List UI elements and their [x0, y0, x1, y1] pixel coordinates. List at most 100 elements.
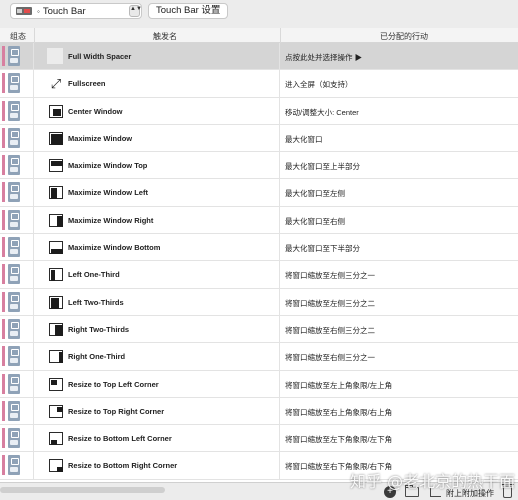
trigger-cell[interactable]: Maximize Window Left — [34, 179, 280, 206]
trigger-cell[interactable]: Resize to Bottom Left Corner — [34, 425, 280, 452]
group-color-bar — [2, 155, 5, 176]
group-cell[interactable] — [0, 43, 34, 70]
touchbar-settings-button[interactable]: Touch Bar 设置 — [148, 3, 229, 19]
assigned-action[interactable]: 将窗口缩放至左侧三分之二 — [285, 298, 375, 309]
table-row[interactable]: Resize to Top Left Corner 将窗口缩放至左上角象限/左上角 — [0, 370, 518, 398]
table-header: 组态 触发名 已分配的行动 — [0, 28, 518, 43]
assigned-action[interactable]: 将窗口缩放至右侧三分之一 — [285, 352, 375, 363]
group-cell[interactable] — [0, 397, 34, 425]
trigger-cell[interactable]: Left Two-Thirds — [34, 288, 280, 315]
assigned-action[interactable]: 最大化窗口至左侧 — [285, 188, 345, 199]
table-row[interactable]: Left Two-Thirds 将窗口缩放至左侧三分之二 — [0, 288, 518, 316]
table-row[interactable]: Left One-Third 将窗口缩放至左侧三分之一 — [0, 261, 518, 289]
trigger-cell[interactable]: Maximize Window Right — [34, 206, 280, 234]
group-cell[interactable] — [0, 234, 34, 261]
group-cell[interactable] — [0, 288, 34, 315]
table-row[interactable]: Right One-Third 将窗口缩放至右侧三分之一 — [0, 343, 518, 371]
group-cell[interactable] — [0, 425, 34, 452]
table-row[interactable]: Full Width Spacer 点按此处并选择操作 ▶ — [0, 43, 518, 71]
touchbar-group-icon — [8, 264, 20, 285]
assigned-action[interactable]: 将窗口缩放至右侧三分之二 — [285, 325, 375, 336]
window-region-fill — [51, 133, 63, 145]
window-left-two-thirds-icon — [49, 295, 63, 309]
trigger-name: Resize to Bottom Right Corner — [68, 461, 178, 471]
trigger-name: Right One-Third — [68, 352, 126, 362]
header-action[interactable]: 已分配的行动 — [380, 31, 428, 42]
trigger-cell[interactable]: Center Window — [34, 97, 280, 124]
window-region-fill — [51, 270, 55, 282]
expand-arrows-icon: ⤢ — [50, 76, 62, 92]
group-cell[interactable] — [0, 70, 34, 97]
trigger-cell[interactable]: Left One-Third — [34, 261, 280, 288]
touchbar-icon — [16, 7, 32, 15]
table-row[interactable]: Resize to Top Right Corner 将窗口缩放至右上角象限/右上… — [0, 397, 518, 426]
assigned-action[interactable]: 将窗口缩放至左上角象限/左上角 — [285, 380, 392, 391]
header-group[interactable]: 组态 — [10, 31, 26, 42]
trigger-cell[interactable]: Resize to Top Right Corner — [34, 397, 280, 425]
trigger-cell[interactable]: Resize to Top Left Corner — [34, 370, 280, 397]
assigned-action[interactable]: 进入全屏（如支持） — [285, 79, 353, 90]
window-bottom-right-corner-icon — [49, 459, 63, 473]
group-color-bar — [2, 46, 5, 66]
window-region-fill — [51, 440, 57, 446]
group-cell[interactable] — [0, 206, 34, 234]
table-row[interactable]: ⤢ Fullscreen 进入全屏（如支持） — [0, 70, 518, 98]
window-top-half-icon — [49, 159, 63, 173]
table-row[interactable]: Maximize Window Left 最大化窗口至左侧 — [0, 179, 518, 207]
selector-label: Touch Bar — [42, 5, 86, 17]
table-row[interactable]: Center Window 移动/调整大小: Center — [0, 97, 518, 125]
assigned-action[interactable]: 最大化窗口 — [285, 134, 323, 145]
group-color-bar — [2, 373, 5, 394]
trigger-name: Fullscreen — [68, 79, 106, 89]
window-left-third-icon — [49, 268, 63, 282]
assigned-action[interactable]: 将窗口缩放至右上角象限/右上角 — [285, 407, 392, 418]
assigned-action[interactable]: 移动/调整大小: Center — [285, 107, 359, 118]
group-cell[interactable] — [0, 152, 34, 179]
group-cell[interactable] — [0, 343, 34, 370]
trigger-cell[interactable]: Right One-Third — [34, 343, 280, 370]
column-divider[interactable] — [34, 28, 35, 43]
touchbar-group-icon — [8, 73, 20, 94]
column-divider[interactable] — [280, 28, 281, 43]
window-region-fill — [51, 161, 63, 167]
touchbar-group-icon — [8, 46, 20, 66]
horizontal-scrollbar[interactable] — [0, 487, 165, 493]
group-cell[interactable] — [0, 261, 34, 288]
table-row[interactable]: Maximize Window Top 最大化窗口至上半部分 — [0, 152, 518, 180]
trigger-cell[interactable]: Right Two-Thirds — [34, 315, 280, 343]
trigger-cell[interactable]: Resize to Bottom Right Corner — [34, 452, 280, 479]
window-right-third-icon — [49, 350, 63, 364]
touchbar-selector[interactable]: ◦ Touch Bar ▲▼ — [10, 3, 142, 19]
assigned-action[interactable]: 最大化窗口至右侧 — [285, 216, 345, 227]
assigned-action[interactable]: 将窗口缩放至左下角象限/左下角 — [285, 434, 392, 445]
assigned-action[interactable]: 最大化窗口至下半部分 — [285, 243, 360, 254]
touchbar-group-icon — [8, 373, 20, 394]
window-right-two-thirds-icon — [49, 322, 63, 336]
group-color-bar — [2, 100, 5, 121]
assigned-action[interactable]: 最大化窗口至上半部分 — [285, 161, 360, 172]
group-cell[interactable] — [0, 452, 34, 479]
trigger-cell[interactable]: Maximize Window — [34, 124, 280, 152]
group-color-bar — [2, 264, 5, 285]
group-cell[interactable] — [0, 315, 34, 343]
header-trigger[interactable]: 触发名 — [153, 31, 177, 42]
group-cell[interactable] — [0, 124, 34, 152]
toolbar: ◦ Touch Bar ▲▼ Touch Bar 设置 — [0, 0, 518, 22]
group-cell[interactable] — [0, 179, 34, 206]
group-color-bar — [2, 455, 5, 476]
table-row[interactable]: Maximize Window 最大化窗口 — [0, 124, 518, 153]
trigger-cell[interactable]: ⤢ Fullscreen — [34, 70, 280, 97]
table-row[interactable]: Right Two-Thirds 将窗口缩放至右侧三分之二 — [0, 315, 518, 344]
assigned-action[interactable]: 点按此处并选择操作 ▶ — [285, 52, 362, 63]
table-row[interactable]: Maximize Window Right 最大化窗口至右侧 — [0, 206, 518, 235]
trigger-cell[interactable]: Maximize Window Bottom — [34, 234, 280, 261]
trigger-cell[interactable]: Maximize Window Top — [34, 152, 280, 179]
touchbar-group-icon — [8, 209, 20, 230]
table-row[interactable]: Maximize Window Bottom 最大化窗口至下半部分 — [0, 234, 518, 262]
table-row[interactable]: Resize to Bottom Left Corner 将窗口缩放至左下角象限/… — [0, 425, 518, 453]
trigger-cell[interactable]: Full Width Spacer — [34, 43, 280, 70]
group-cell[interactable] — [0, 97, 34, 124]
chevron-up-down-icon[interactable]: ▲▼ — [129, 5, 142, 17]
assigned-action[interactable]: 将窗口缩放至左侧三分之一 — [285, 270, 375, 281]
group-cell[interactable] — [0, 370, 34, 397]
